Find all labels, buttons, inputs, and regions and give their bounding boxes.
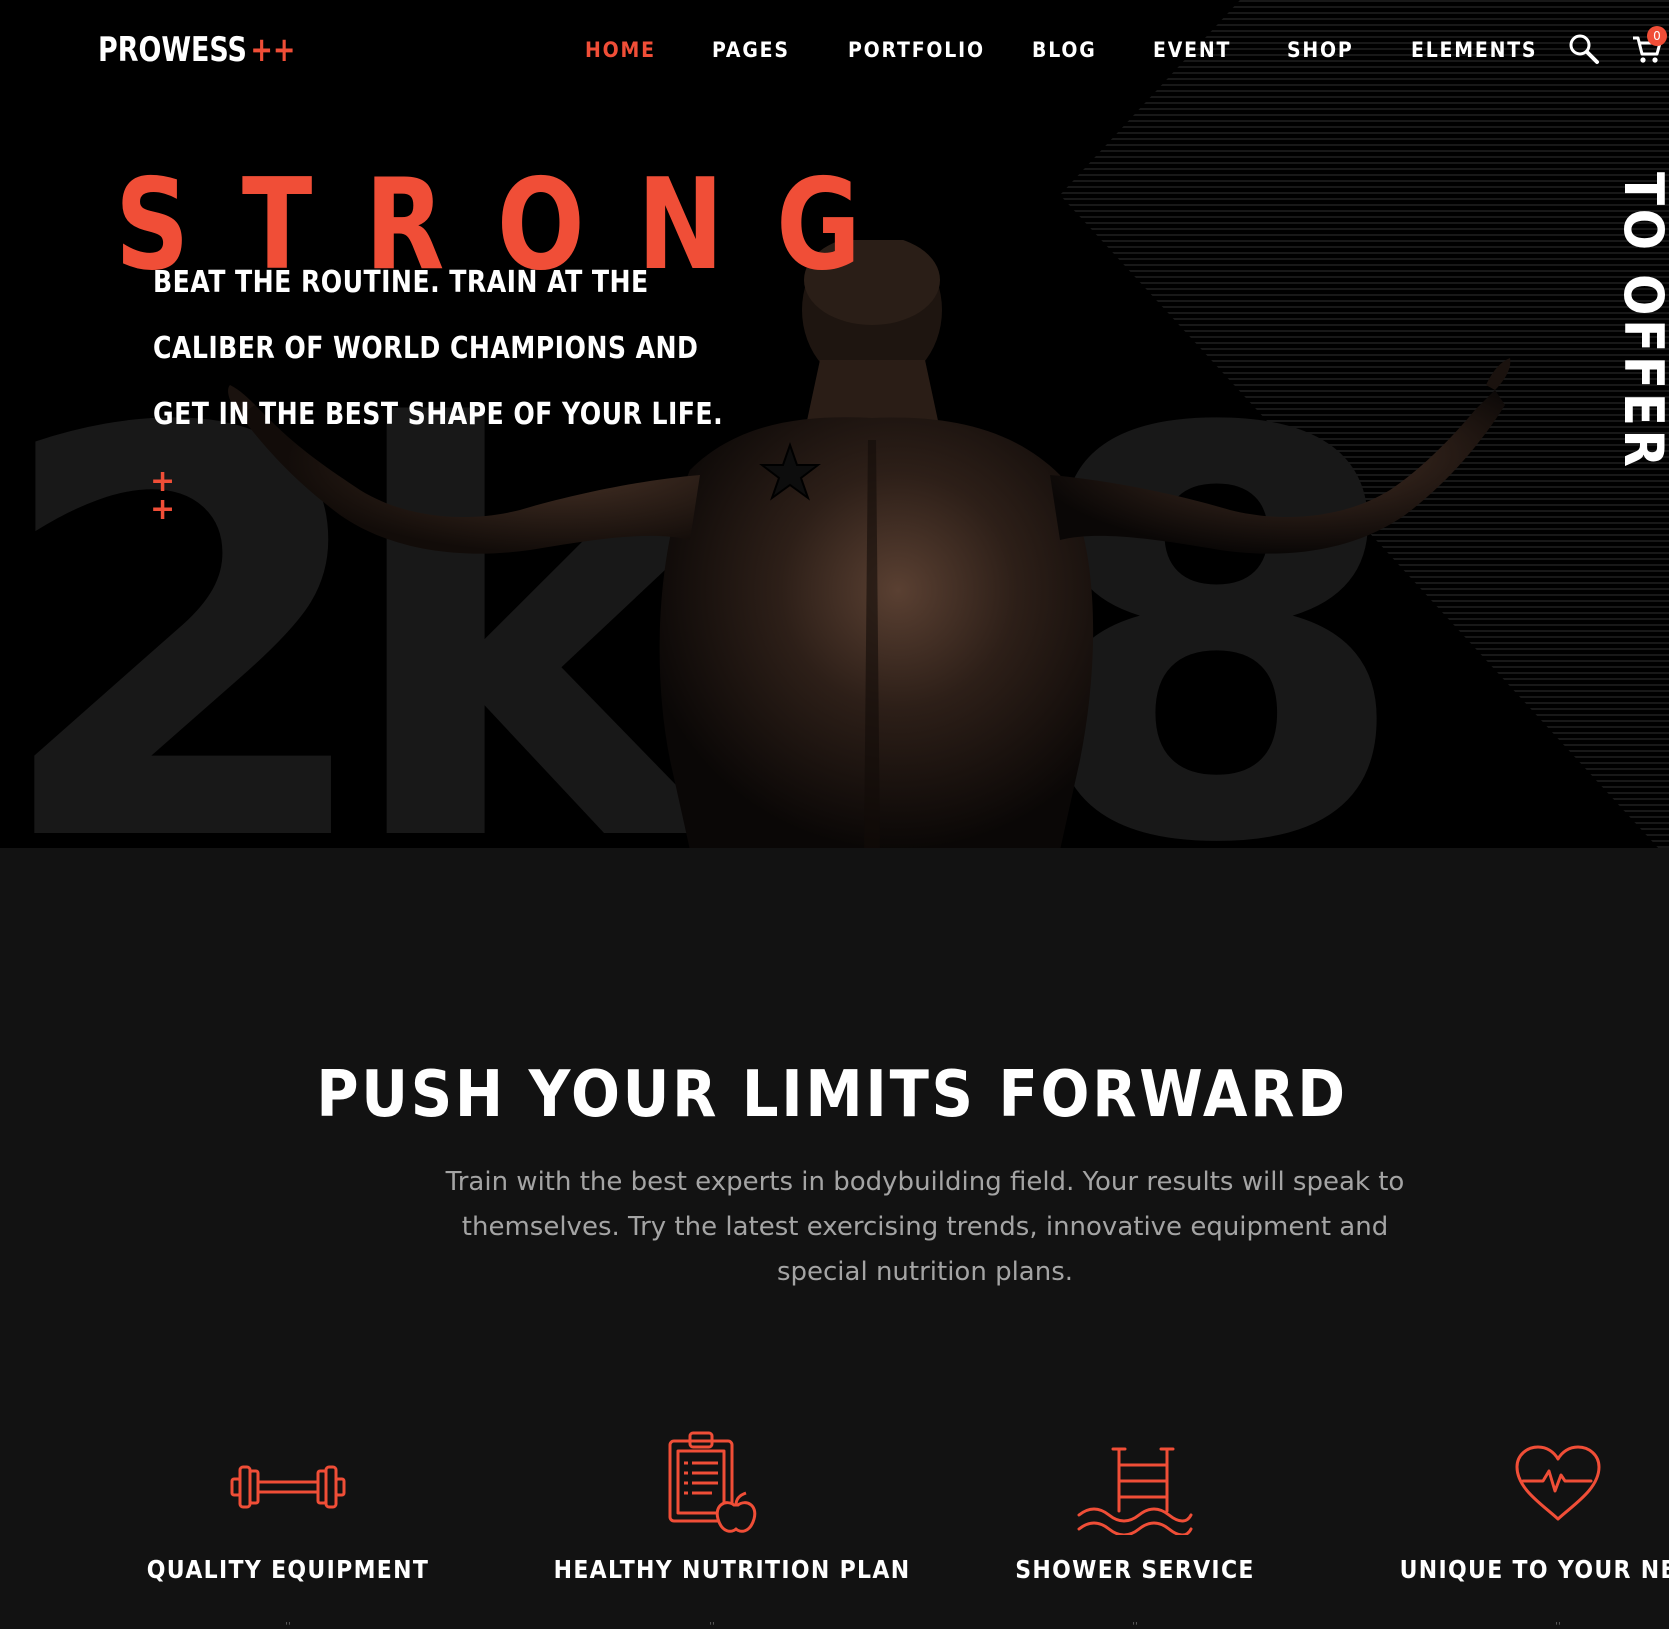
heartbeat-icon	[1515, 1445, 1601, 1521]
feature-quality-equipment: QUALITY EQUIPMENT ''	[108, 1425, 468, 1629]
main-nav: HOME PAGES PORTFOLIO BLOG EVENT SHOP ELE…	[0, 38, 1669, 68]
feature-divider: ''	[1555, 1621, 1561, 1629]
site-header: PROWESS ++ HOME PAGES PORTFOLIO BLOG EVEN…	[0, 0, 1669, 100]
nav-portfolio[interactable]: PORTFOLIO	[848, 38, 985, 62]
nav-shop[interactable]: SHOP	[1287, 38, 1354, 62]
hero-copy-line: BEAT THE ROUTINE. TRAIN AT THE	[153, 265, 649, 300]
feature-healthy-nutrition-plan: HEALTHY NUTRITION PLAN ''	[532, 1425, 911, 1629]
pool-ladder-icon	[1077, 1447, 1193, 1535]
intro-text: Train with the best experts in bodybuild…	[445, 1167, 1405, 1287]
nav-pages[interactable]: PAGES	[712, 38, 790, 62]
search-icon[interactable]	[1567, 32, 1601, 66]
nav-home[interactable]: HOME	[585, 38, 656, 62]
feature-divider: ''	[285, 1621, 291, 1629]
nav-blog[interactable]: BLOG	[1032, 38, 1097, 62]
hero-divider	[0, 848, 1669, 850]
plus-marks: + +	[150, 467, 176, 527]
feature-unique-to-your-needs: UNIQUE TO YOUR NEEDS ''	[1378, 1425, 1669, 1629]
feature-divider: ''	[709, 1621, 715, 1629]
nav-elements[interactable]: ELEMENTS	[1411, 38, 1537, 62]
feature-label: QUALITY EQUIPMENT	[146, 1555, 430, 1584]
plus-icon: +	[150, 492, 176, 527]
nav-event[interactable]: EVENT	[1153, 38, 1231, 62]
feature-label: HEALTHY NUTRITION PLAN	[553, 1555, 911, 1584]
intro-title: PUSH YOUR LIMITS FORWARD	[316, 1058, 1348, 1132]
cart-count-badge: 0	[1647, 26, 1667, 46]
feature-label: UNIQUE TO YOUR NEEDS	[1399, 1555, 1669, 1584]
hero-copy-line: CALIBER OF WORLD CHAMPIONS AND	[153, 331, 699, 366]
hero-copy-line: GET IN THE BEST SHAPE OF YOUR LIFE.	[153, 397, 724, 432]
feature-shower-service: SHOWER SERVICE ''	[955, 1425, 1315, 1629]
feature-divider: ''	[1132, 1621, 1138, 1629]
hero-copy: BEAT THE ROUTINE. TRAIN AT THE CALIBER O…	[153, 250, 724, 448]
clipboard-apple-icon	[668, 1431, 757, 1533]
vertical-tagline: TO OFFER	[1612, 172, 1669, 471]
dumbbell-icon	[230, 1465, 346, 1509]
feature-label: SHOWER SERVICE	[1015, 1555, 1255, 1584]
